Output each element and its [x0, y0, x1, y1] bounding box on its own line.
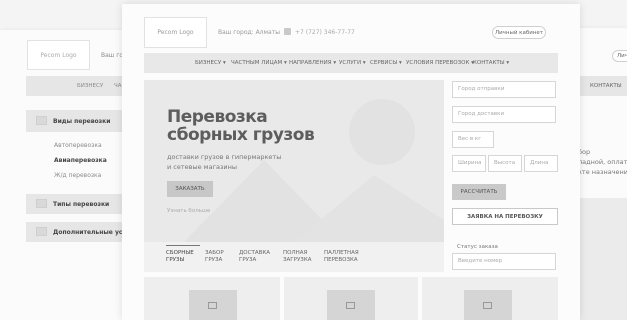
- width-input[interactable]: Ширина: [452, 155, 486, 172]
- ghost-section-row[interactable]: Типы перевозки: [26, 194, 136, 214]
- tab-full-load[interactable]: ПОЛНАЯ ЗАГРУЗКА: [283, 250, 312, 264]
- ghost-section-label: Виды перевозки: [53, 118, 111, 125]
- nav-item-business[interactable]: БИЗНЕСУ ▾: [195, 60, 226, 66]
- nav-item-directions[interactable]: НАПРАВЛЕНИЯ ▾: [289, 60, 336, 66]
- order-number-input[interactable]: Введите номер: [452, 253, 556, 270]
- nav-item-contacts[interactable]: КОНТАКТЫ ▾: [473, 60, 509, 66]
- learn-more-link[interactable]: Узнать больше: [167, 208, 210, 214]
- tab-cargo-delivery[interactable]: ДОСТАВКА ГРУЗА: [239, 250, 270, 264]
- ghost-sub-item[interactable]: Автоперевозка: [54, 142, 102, 149]
- image-icon: [208, 302, 217, 309]
- hero-title: Перевозка сборных грузов: [167, 107, 315, 145]
- tab-consolidated-cargo[interactable]: СБОРНЫЕ ГРУЗЫ: [166, 250, 194, 264]
- city-selector[interactable]: Ваш город: Алматы: [218, 29, 280, 36]
- order-button[interactable]: ЗАКАЗАТЬ: [167, 181, 213, 197]
- nav-item-services[interactable]: УСЛУГИ ▾: [339, 60, 366, 66]
- tab-pallet-transport[interactable]: ПАЛЛЕТНАЯ ПЕРЕВОЗКА: [324, 250, 359, 264]
- ghost-image-placeholder: [578, 198, 627, 320]
- gallery-image: [189, 290, 237, 320]
- order-status-label: Статус заказа: [457, 244, 498, 250]
- length-input[interactable]: Длина: [524, 155, 558, 172]
- hero-subtitle: доставки грузов в гипермаркеты и сетевые…: [167, 153, 282, 171]
- ghost-sub-item[interactable]: Ж/д перевозка: [54, 172, 101, 179]
- destination-city-input[interactable]: Город доставки: [452, 106, 556, 123]
- image-icon: [346, 302, 355, 309]
- transport-request-button[interactable]: ЗАЯВКА НА ПЕРЕВОЗКУ: [452, 208, 558, 225]
- service-tabs: СБОРНЫЕ ГРУЗЫ ЗАБОР ГРУЗА ДОСТАВКА ГРУЗА ПО…: [144, 242, 444, 272]
- logo[interactable]: Pecom Logo: [144, 17, 207, 48]
- phone-icon: [284, 28, 291, 35]
- nav-item-tools[interactable]: СЕРВИСЫ ▾: [370, 60, 402, 66]
- hero-banner: Перевозка сборных грузов доставки грузов…: [144, 80, 444, 242]
- image-icon: [36, 116, 47, 125]
- background-page-left: Pecom Logo Ваш гор БИЗНЕСУ ЧА Виды перев…: [0, 30, 138, 320]
- ghost-cabinet-button[interactable]: Личн: [612, 50, 627, 62]
- nav-item-individuals[interactable]: ЧАСТНЫМ ЛИЦАМ ▾: [231, 60, 287, 66]
- calculate-button[interactable]: РАССЧИТАТЬ: [452, 184, 506, 200]
- tab-cargo-pickup[interactable]: ЗАБОР ГРУЗА: [205, 250, 224, 264]
- ghost-section-row[interactable]: Виды перевозки: [26, 110, 136, 132]
- origin-city-input[interactable]: Город отправки: [452, 81, 556, 98]
- gallery-image: [464, 290, 512, 320]
- image-icon: [36, 199, 47, 208]
- gallery-image: [327, 290, 375, 320]
- ghost-section-label: Типы перевозки: [53, 201, 110, 208]
- phone-number[interactable]: +7 (727) 346-77-77: [295, 29, 355, 36]
- active-tab-indicator: [166, 245, 200, 246]
- personal-cabinet-button[interactable]: Личный кабинет: [492, 26, 546, 39]
- main-navbar: БИЗНЕСУ ▾ ЧАСТНЫМ ЛИЦАМ ▾ НАПРАВЛЕНИЯ ▾ …: [144, 53, 558, 73]
- height-input[interactable]: Высота: [488, 155, 522, 172]
- ghost-section-row[interactable]: Дополнительные услуги: [26, 222, 138, 242]
- ghost-navbar: БИЗНЕСУ ЧА: [26, 76, 136, 96]
- image-icon: [36, 227, 47, 236]
- main-page-card: Pecom Logo Ваш город: Алматы +7 (727) 34…: [122, 4, 580, 320]
- ghost-sub-item[interactable]: Авиаперевозка: [54, 157, 107, 164]
- image-icon: [483, 302, 492, 309]
- ghost-logo: Pecom Logo: [27, 40, 90, 70]
- nav-item-transport-terms[interactable]: УСЛОВИЯ ПЕРЕВОЗОК ▾: [406, 60, 474, 66]
- weight-input[interactable]: Вес в кг: [452, 131, 494, 148]
